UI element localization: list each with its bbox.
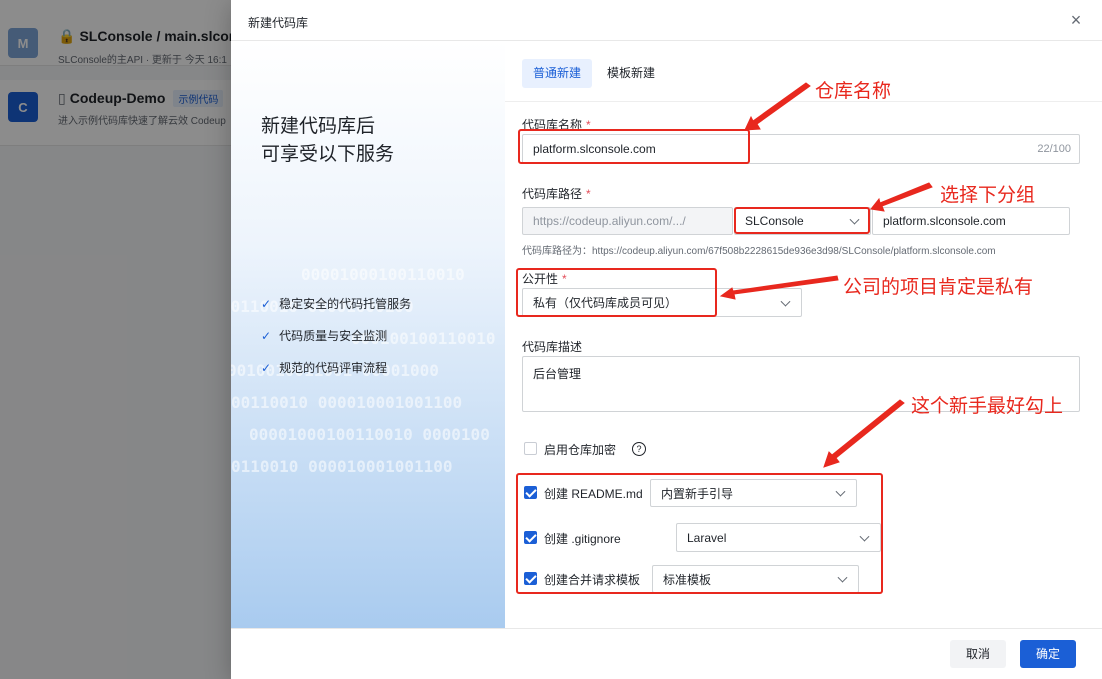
repo-name-label: 代码库名称 * <box>522 116 591 133</box>
visibility-label: 公开性 * <box>522 270 567 287</box>
feature-text: 稳定安全的代码托管服务 <box>279 297 412 311</box>
visibility-select-value: 私有（仅代码库成员可见） <box>533 296 678 310</box>
feature-text: 代码质量与安全监测 <box>279 329 388 343</box>
repo-name-input[interactable]: platform.slconsole.com 22/100 <box>522 134 1080 164</box>
annotation-repo-name: 仓库名称 <box>815 81 892 102</box>
encrypt-label: 启用仓库加密 <box>544 443 617 457</box>
help-icon[interactable]: ? <box>632 442 646 456</box>
tab-template-create[interactable]: 模板新建 <box>596 59 666 88</box>
intro-heading: 新建代码库后 可享受以下服务 <box>261 113 394 169</box>
intro-heading-line: 可享受以下服务 <box>261 144 395 165</box>
visibility-select[interactable]: 私有（仅代码库成员可见） <box>522 288 802 317</box>
gitignore-template-select[interactable]: Laravel <box>676 523 881 552</box>
repo-name-value: platform.slconsole.com <box>533 142 656 156</box>
check-icon: ✓ <box>261 297 272 311</box>
mr-template-label: 创建合并请求模板 <box>544 573 641 587</box>
tabs-divider <box>505 101 1102 102</box>
repo-name-label-text: 代码库名称 <box>522 118 583 132</box>
feature-item: ✓ 代码质量与安全监测 <box>261 327 411 359</box>
binary-decoration: 00001000100110010 0000100 <box>249 425 490 444</box>
path-name-input[interactable]: platform.slconsole.com <box>872 207 1070 235</box>
group-select-value: SLConsole <box>745 214 804 228</box>
modal-footer: 取消 确定 <box>231 628 1102 679</box>
chevron-down-icon <box>859 531 870 542</box>
path-hint: 代码库路径为：https://codeup.aliyun.com/67f508b… <box>522 246 996 257</box>
feature-item: ✓ 规范的代码评审流程 <box>261 359 411 391</box>
chevron-down-icon <box>837 572 848 583</box>
char-counter: 22/100 <box>1037 143 1071 155</box>
feature-text: 规范的代码评审流程 <box>279 361 388 375</box>
mr-template-value: 标准模板 <box>663 572 712 587</box>
annotation-select-group: 选择下分组 <box>940 185 1036 206</box>
path-prefix-field: https://codeup.aliyun.com/.../ <box>522 207 733 235</box>
check-icon: ✓ <box>261 329 272 343</box>
readme-template-value: 内置新手引导 <box>661 486 734 501</box>
service-intro-panel: 00001000100110010 10110010 00001000100 0… <box>231 41 505 628</box>
mr-template-checkbox[interactable] <box>524 572 537 585</box>
cancel-button[interactable]: 取消 <box>950 640 1007 668</box>
binary-decoration: 00110010 000010001001100 <box>231 393 463 412</box>
required-mark: * <box>586 118 591 132</box>
gitignore-checkbox[interactable] <box>524 531 537 544</box>
required-mark: * <box>586 187 591 201</box>
repo-path-label: 代码库路径 * <box>522 185 591 202</box>
readme-template-select[interactable]: 内置新手引导 <box>650 479 857 507</box>
repo-path-label-text: 代码库路径 <box>522 187 583 201</box>
readme-checkbox[interactable] <box>524 486 537 499</box>
encrypt-checkbox[interactable] <box>524 442 537 455</box>
required-mark: * <box>562 272 567 286</box>
form-panel: 普通新建 模板新建 代码库名称 * platform.slconsole.com … <box>505 41 1102 628</box>
binary-decoration: 0110010 000010001001100 <box>231 457 453 476</box>
check-icon: ✓ <box>261 361 272 375</box>
confirm-button[interactable]: 确定 <box>1020 640 1077 668</box>
gitignore-label: 创建 .gitignore <box>544 532 621 546</box>
chevron-down-icon <box>780 296 791 307</box>
annotation-newbie: 这个新手最好勾上 <box>911 396 1064 417</box>
readme-label: 创建 README.md <box>544 487 643 501</box>
gitignore-template-value: Laravel <box>687 530 727 545</box>
annotation-private: 公司的项目肯定是私有 <box>843 277 1034 298</box>
feature-list: ✓ 稳定安全的代码托管服务 ✓ 代码质量与安全监测 ✓ 规范的代码评审流程 <box>261 295 411 391</box>
group-select[interactable]: SLConsole <box>734 207 871 235</box>
mr-template-select[interactable]: 标准模板 <box>652 565 859 593</box>
create-mode-tabs: 普通新建 模板新建 <box>522 59 670 88</box>
close-icon[interactable]: × <box>1066 10 1086 30</box>
visibility-label-text: 公开性 <box>522 272 559 286</box>
binary-decoration: 00001000100110010 <box>301 265 465 284</box>
modal-header: 新建代码库 × <box>231 0 1102 41</box>
tab-normal-create[interactable]: 普通新建 <box>522 59 593 88</box>
description-label: 代码库描述 <box>522 340 583 354</box>
intro-heading-line: 新建代码库后 <box>261 116 376 137</box>
chevron-down-icon <box>835 486 846 497</box>
modal-title: 新建代码库 <box>248 16 309 30</box>
feature-item: ✓ 稳定安全的代码托管服务 <box>261 295 411 327</box>
create-repo-modal: 新建代码库 × 00001000100110010 10110010 00001… <box>231 0 1102 679</box>
chevron-down-icon <box>849 214 860 225</box>
